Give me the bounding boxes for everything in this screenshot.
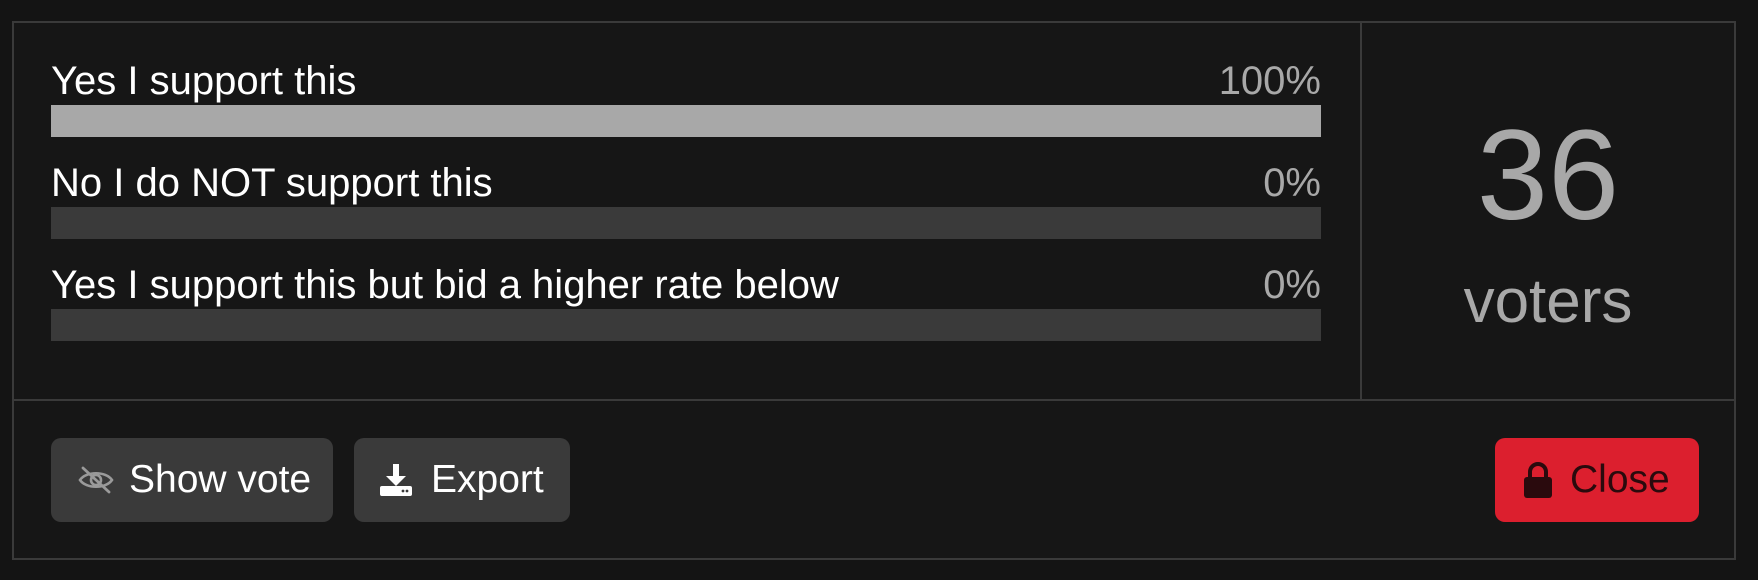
close-label: Close bbox=[1570, 458, 1670, 501]
poll-option: Yes I support this but bid a higher rate… bbox=[51, 227, 1321, 341]
option-label: Yes I support this bbox=[51, 59, 357, 103]
export-button[interactable]: Export bbox=[354, 438, 570, 522]
export-label: Export bbox=[431, 458, 544, 501]
option-header: No I do NOT support this 0% bbox=[51, 125, 1321, 205]
poll-option: No I do NOT support this 0% bbox=[51, 125, 1321, 239]
option-header: Yes I support this 100% bbox=[51, 23, 1321, 103]
poll-widget: Yes I support this 100% No I do NOT supp… bbox=[12, 21, 1736, 560]
option-percent: 0% bbox=[1263, 263, 1321, 307]
poll-option: Yes I support this 100% bbox=[51, 23, 1321, 137]
close-poll-button[interactable]: Close bbox=[1495, 438, 1699, 522]
option-label: No I do NOT support this bbox=[51, 161, 493, 205]
voter-count: 36 bbox=[1476, 104, 1620, 247]
download-icon bbox=[378, 462, 414, 498]
lock-icon bbox=[1522, 461, 1554, 499]
show-vote-label: Show vote bbox=[129, 458, 312, 501]
option-bar bbox=[51, 309, 1321, 341]
section-divider bbox=[14, 399, 1734, 401]
show-vote-button[interactable]: Show vote bbox=[51, 438, 333, 522]
eye-slash-icon bbox=[77, 465, 115, 495]
option-percent: 100% bbox=[1218, 59, 1321, 103]
option-label: Yes I support this but bid a higher rate… bbox=[51, 263, 839, 307]
option-percent: 0% bbox=[1263, 161, 1321, 205]
option-header: Yes I support this but bid a higher rate… bbox=[51, 227, 1321, 307]
voter-count-label: voters bbox=[1463, 267, 1633, 336]
voter-summary: 36 voters bbox=[1362, 23, 1734, 399]
poll-results: Yes I support this 100% No I do NOT supp… bbox=[14, 23, 1362, 399]
